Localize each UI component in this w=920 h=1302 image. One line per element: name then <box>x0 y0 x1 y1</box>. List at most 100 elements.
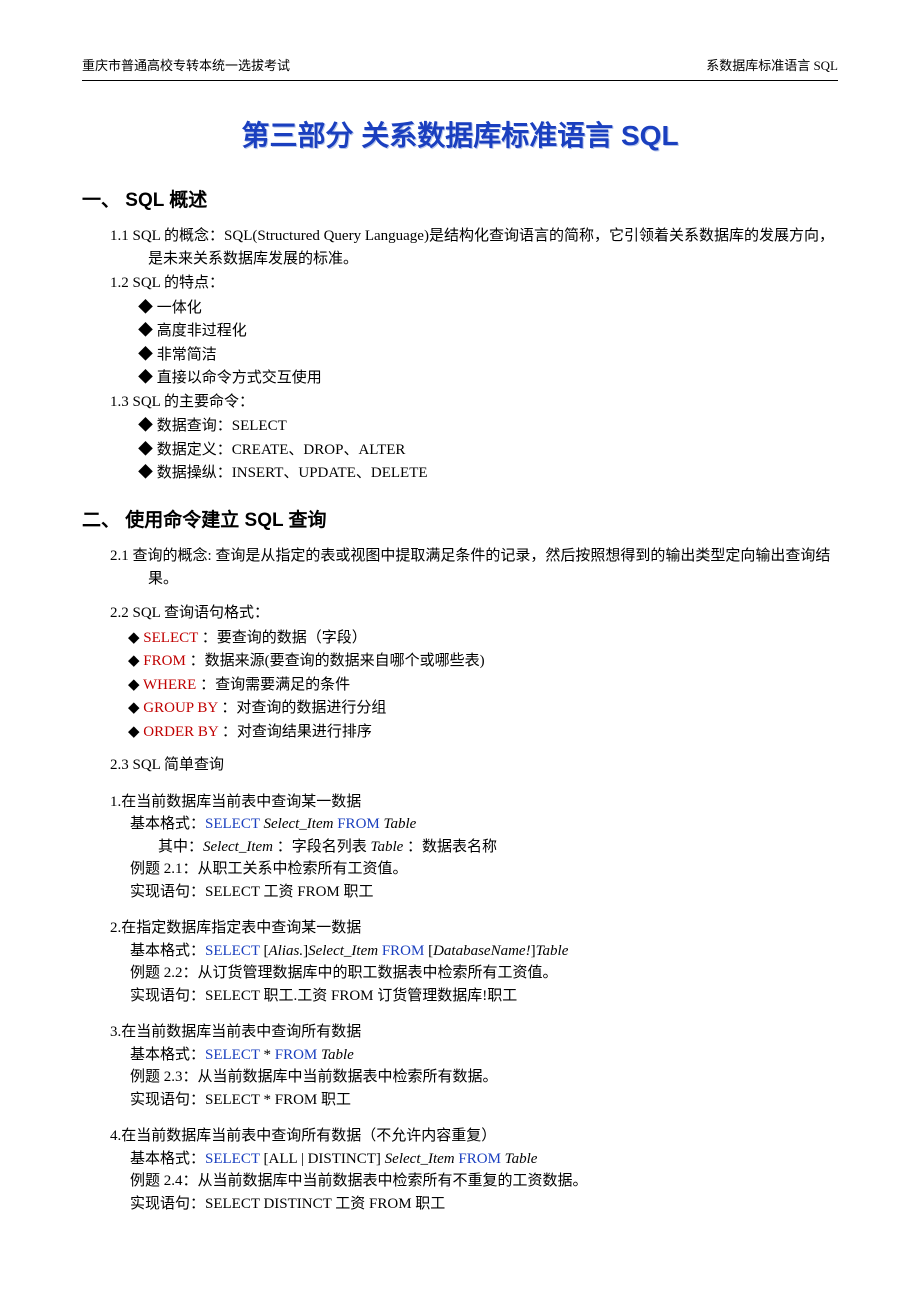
item-text: SQL 简单查询 <box>129 757 224 773</box>
bullet-item: 数据定义：CREATE、DROP、ALTER <box>138 439 838 462</box>
page-title: 第三部分 关系数据库标准语言 SQL <box>82 115 838 157</box>
bullet-item: 高度非过程化 <box>138 320 838 343</box>
bullet-text: ：要查询的数据（字段） <box>198 630 367 646</box>
bullet-item: WHERE ：查询需要满足的条件 <box>128 674 838 697</box>
example-title: 2.在指定数据库指定表中查询某一数据 <box>110 917 838 940</box>
bullet-item: FROM ：数据来源(要查询的数据来自哪个或哪些表) <box>128 650 838 673</box>
option: [ALL | DISTINCT] <box>260 1151 385 1167</box>
param: Select_Item <box>308 943 378 959</box>
item-2-1: 2.1 查询的概念: 查询是从指定的表或视图中提取满足条件的记录，然后按照想得到… <box>110 545 838 590</box>
item-num: 2.2 <box>110 605 129 621</box>
where-line: 其中：Select_Item ：字段名列表 Table ：数据表名称 <box>158 836 838 859</box>
impl-text: 实现语句：SELECT * FROM 职工 <box>130 1089 838 1112</box>
param: Table <box>321 1047 354 1063</box>
param: Alias. <box>269 943 304 959</box>
item-text: SQL 的特点： <box>129 275 224 291</box>
bullet-text: ：对查询结果进行排序 <box>218 724 372 740</box>
item-2-2: 2.2 SQL 查询语句格式： <box>110 602 838 625</box>
bullet-list-2-2: SELECT ：要查询的数据（字段） FROM ：数据来源(要查询的数据来自哪个… <box>128 627 838 744</box>
example-block-3: 3.在当前数据库当前表中查询所有数据 基本格式：SELECT * FROM Ta… <box>110 1021 838 1111</box>
impl-text: 实现语句：SELECT DISTINCT 工资 FROM 职工 <box>130 1193 838 1216</box>
example-block-4: 4.在当前数据库当前表中查询所有数据（不允许内容重复） 基本格式：SELECT … <box>110 1125 838 1215</box>
param: Table <box>536 943 569 959</box>
header-left: 重庆市普通高校专转本统一选拔考试 <box>82 56 290 76</box>
keyword: WHERE <box>143 677 196 693</box>
item-text: SQL 的主要命令： <box>129 394 254 410</box>
keyword-select: SELECT <box>205 816 260 832</box>
format-line: 基本格式：SELECT Select_Item FROM Table <box>130 813 838 836</box>
bullet-item: 直接以命令方式交互使用 <box>138 367 838 390</box>
keyword-from: FROM <box>275 1047 318 1063</box>
keyword-select: SELECT <box>205 1151 260 1167</box>
item-2-3: 2.3 SQL 简单查询 <box>110 754 838 777</box>
example-text: 例题 2.3：从当前数据库中当前数据表中检索所有数据。 <box>130 1066 838 1089</box>
item-num: 1.3 <box>110 394 129 410</box>
item-text: SQL 查询语句格式： <box>129 605 269 621</box>
where-text: ：数据表名称 <box>403 839 497 855</box>
format-line: 基本格式：SELECT [Alias.]Select_Item FROM [Da… <box>130 940 838 963</box>
bullet-item: 非常简洁 <box>138 344 838 367</box>
param: Table <box>384 816 417 832</box>
bracket: [ <box>260 943 269 959</box>
param: Select_Item <box>385 1151 455 1167</box>
bullet-text: ：查询需要满足的条件 <box>196 677 350 693</box>
keyword: ORDER BY <box>143 724 218 740</box>
example-text: 例题 2.2：从订货管理数据库中的职工数据表中检索所有工资值。 <box>130 962 838 985</box>
bullet-text: ：数据来源(要查询的数据来自哪个或哪些表) <box>186 653 485 669</box>
format-line: 基本格式：SELECT [ALL | DISTINCT] Select_Item… <box>130 1148 838 1171</box>
star: * <box>260 1047 275 1063</box>
item-1-3: 1.3 SQL 的主要命令： <box>110 391 838 414</box>
param: Select_Item <box>264 816 334 832</box>
keyword-from: FROM <box>382 943 425 959</box>
bullet-item: GROUP BY ：对查询的数据进行分组 <box>128 697 838 720</box>
bullet-item: 数据操纵：INSERT、UPDATE、DELETE <box>138 462 838 485</box>
item-num: 1.2 <box>110 275 129 291</box>
section-2-heading: 二、 使用命令建立 SQL 查询 <box>82 507 838 536</box>
bullet-item: SELECT ：要查询的数据（字段） <box>128 627 838 650</box>
header-right: 系数据库标准语言 SQL <box>706 56 838 76</box>
item-num: 1.1 <box>110 228 129 244</box>
bullet-list-1-3: 数据查询：SELECT 数据定义：CREATE、DROP、ALTER 数据操纵：… <box>138 415 838 485</box>
item-text: SQL 的概念：SQL(Structured Query Language)是结… <box>129 228 834 267</box>
item-num: 2.1 <box>110 548 129 564</box>
example-text: 例题 2.1：从职工关系中检索所有工资值。 <box>130 858 838 881</box>
item-num: 2.3 <box>110 757 129 773</box>
format-label: 基本格式： <box>130 943 205 959</box>
keyword: GROUP BY <box>143 700 217 716</box>
format-label: 基本格式： <box>130 1151 205 1167</box>
example-title: 3.在当前数据库当前表中查询所有数据 <box>110 1021 838 1044</box>
bullet-list-1-2: 一体化 高度非过程化 非常简洁 直接以命令方式交互使用 <box>138 297 838 390</box>
bullet-item: 数据查询：SELECT <box>138 415 838 438</box>
example-title: 4.在当前数据库当前表中查询所有数据（不允许内容重复） <box>110 1125 838 1148</box>
item-1-2: 1.2 SQL 的特点： <box>110 272 838 295</box>
keyword: SELECT <box>143 630 198 646</box>
keyword-from: FROM <box>337 816 380 832</box>
bullet-item: 一体化 <box>138 297 838 320</box>
bullet-item: ORDER BY ：对查询结果进行排序 <box>128 721 838 744</box>
impl-text: 实现语句：SELECT 工资 FROM 职工 <box>130 881 838 904</box>
param: Table <box>371 839 404 855</box>
keyword-select: SELECT <box>205 1047 260 1063</box>
where-text: ：字段名列表 <box>273 839 371 855</box>
example-block-1: 1.在当前数据库当前表中查询某一数据 基本格式：SELECT Select_It… <box>110 791 838 904</box>
example-text: 例题 2.4：从当前数据库中当前数据表中检索所有不重复的工资数据。 <box>130 1170 838 1193</box>
bullet-text: ：对查询的数据进行分组 <box>218 700 387 716</box>
param: Table <box>505 1151 538 1167</box>
keyword-from: FROM <box>458 1151 501 1167</box>
format-label: 基本格式： <box>130 816 205 832</box>
param: Select_Item <box>203 839 273 855</box>
page-header: 重庆市普通高校专转本统一选拔考试 系数据库标准语言 SQL <box>82 56 838 81</box>
impl-text: 实现语句：SELECT 职工.工资 FROM 订货管理数据库!职工 <box>130 985 838 1008</box>
example-title: 1.在当前数据库当前表中查询某一数据 <box>110 791 838 814</box>
keyword-select: SELECT <box>205 943 260 959</box>
format-label: 基本格式： <box>130 1047 205 1063</box>
format-line: 基本格式：SELECT * FROM Table <box>130 1044 838 1067</box>
where-label: 其中： <box>158 839 203 855</box>
section-1-heading: 一、 SQL 概述 <box>82 187 838 216</box>
item-1-1: 1.1 SQL 的概念：SQL(Structured Query Languag… <box>110 225 838 270</box>
param: DatabaseName! <box>433 943 531 959</box>
example-block-2: 2.在指定数据库指定表中查询某一数据 基本格式：SELECT [Alias.]S… <box>110 917 838 1007</box>
document-page: 重庆市普通高校专转本统一选拔考试 系数据库标准语言 SQL 第三部分 关系数据库… <box>0 0 920 1255</box>
keyword: FROM <box>143 653 186 669</box>
item-text: 查询的概念: 查询是从指定的表或视图中提取满足条件的记录，然后按照想得到的输出类… <box>129 548 831 587</box>
